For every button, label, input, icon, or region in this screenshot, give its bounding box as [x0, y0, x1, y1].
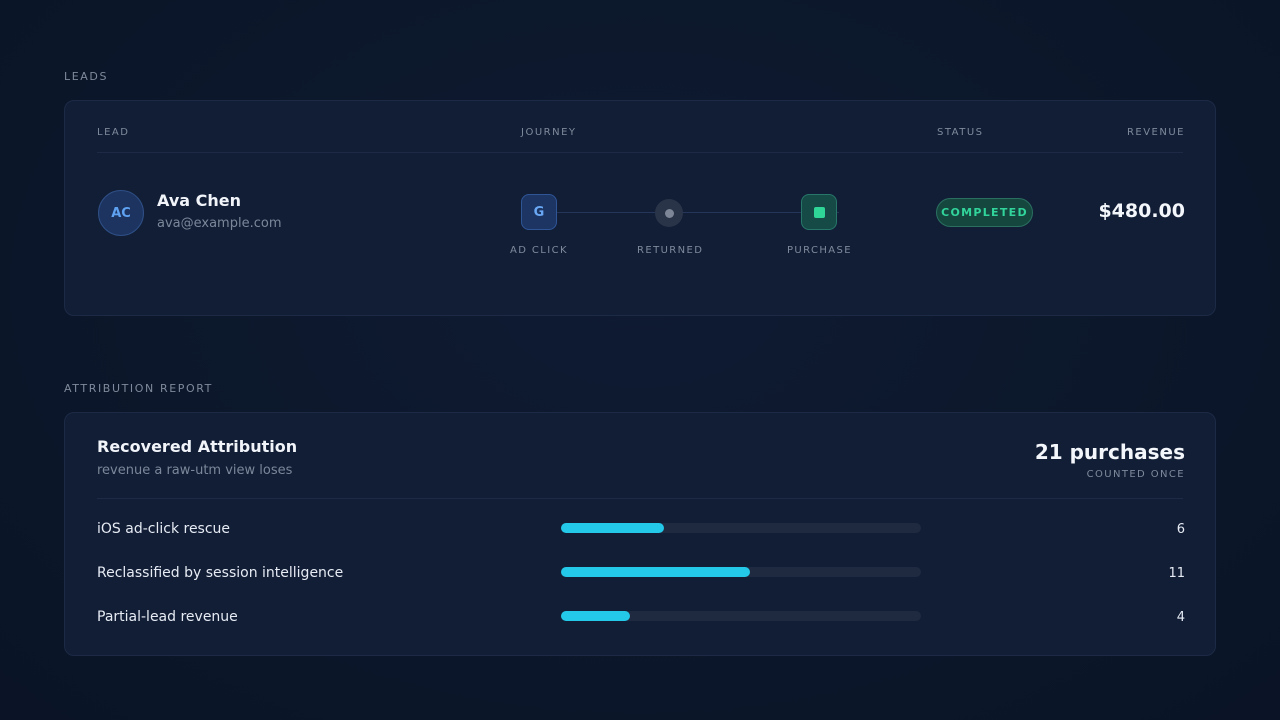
- journey-step-label-returned: RETURNED: [637, 245, 704, 256]
- attribution-bar-track: [561, 567, 921, 577]
- column-header-lead: LEAD: [97, 127, 130, 138]
- attribution-card: Recovered Attribution revenue a raw-utm …: [64, 412, 1216, 656]
- header-divider: [97, 152, 1183, 153]
- attribution-bar-track: [561, 523, 921, 533]
- attribution-row-label: Reclassified by session intelligence: [97, 565, 344, 581]
- attribution-bar-fill: [561, 523, 664, 533]
- journey-step-label-ad-click: AD CLICK: [510, 245, 568, 256]
- attribution-bar-fill: [561, 611, 630, 621]
- attribution-section-label: ATTRIBUTION REPORT: [64, 382, 213, 395]
- lead-revenue: $480.00: [1098, 200, 1185, 222]
- journey-connector: [539, 212, 839, 213]
- leads-table-card: LEAD JOURNEY STATUS REVENUE AC Ava Chen …: [64, 100, 1216, 316]
- purchase-count-caption: COUNTED ONCE: [1086, 469, 1185, 480]
- status-badge: COMPLETED: [936, 198, 1033, 227]
- column-header-revenue: REVENUE: [1126, 127, 1185, 138]
- column-header-journey: JOURNEY: [521, 127, 577, 138]
- attribution-row-value: 4: [1176, 610, 1185, 625]
- journey-step-label-purchase: PURCHASE: [787, 245, 853, 256]
- attribution-subtitle: revenue a raw-utm view loses: [97, 463, 293, 478]
- lead-email: ava@example.com: [157, 216, 282, 231]
- attribution-row-label: iOS ad-click rescue: [97, 521, 231, 537]
- google-icon: G: [521, 194, 557, 230]
- attribution-bar-track: [561, 611, 921, 621]
- lead-name[interactable]: Ava Chen: [157, 191, 241, 210]
- attribution-row-value: 6: [1176, 522, 1185, 537]
- attribution-title: Recovered Attribution: [97, 437, 298, 456]
- leads-section-label: LEADS: [64, 70, 109, 83]
- dot-icon: [655, 199, 683, 227]
- attribution-bar-fill: [561, 567, 750, 577]
- square-icon: [801, 194, 837, 230]
- avatar: AC: [98, 190, 144, 236]
- column-header-status: STATUS: [937, 127, 984, 138]
- attribution-row-label: Partial-lead revenue: [97, 609, 238, 625]
- attribution-row-value: 11: [1168, 566, 1185, 581]
- attribution-divider: [97, 498, 1183, 499]
- purchase-count: 21 purchases: [1034, 440, 1185, 464]
